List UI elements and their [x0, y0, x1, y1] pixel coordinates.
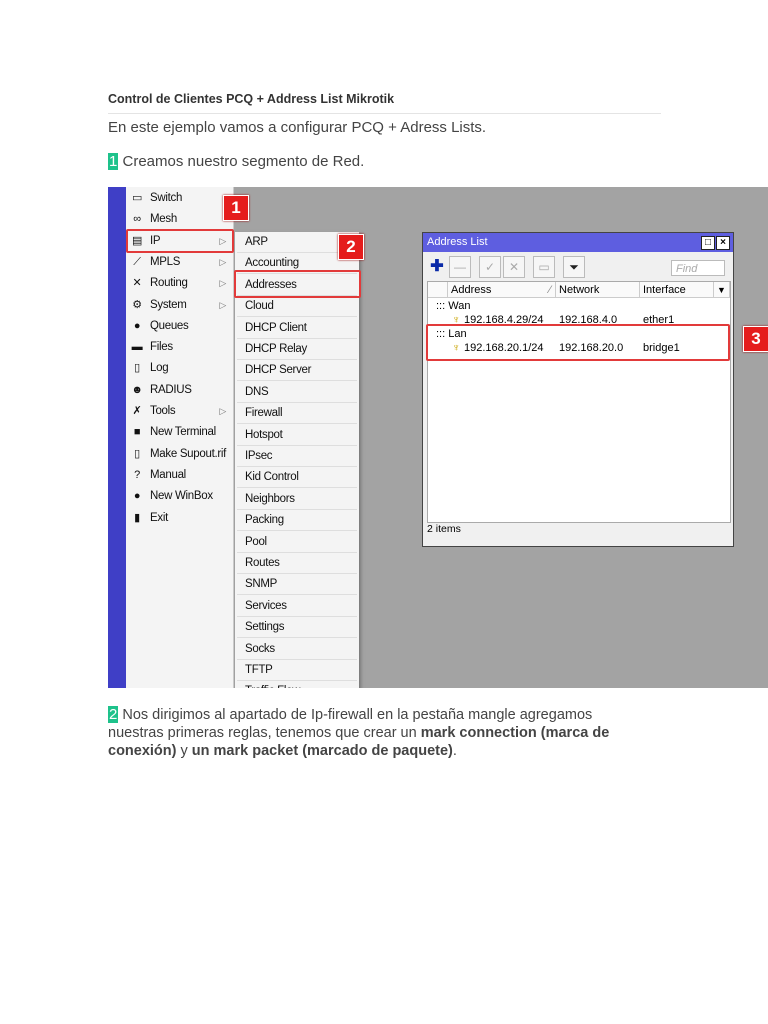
- highlight-addresses: [234, 270, 361, 298]
- menu-item-radius[interactable]: ☻ RADIUS: [126, 380, 232, 401]
- article-title: Control de Clientes PCQ + Address List M…: [108, 92, 395, 106]
- routing-icon: ✕: [132, 277, 142, 290]
- submenu-arrow-icon: ▷: [219, 278, 226, 289]
- item-count: 2 items: [427, 523, 461, 535]
- step-badge: 2: [108, 706, 119, 723]
- close-icon[interactable]: ×: [716, 236, 730, 250]
- menu-item-switch[interactable]: ▭ Switch: [126, 188, 232, 209]
- submenu-item-traffic-flow[interactable]: Traffic Flow: [237, 681, 357, 688]
- ip-submenu: ARP Accounting Addresses Cloud DHCP Client DH…: [235, 232, 359, 688]
- submenu-item-dhcp-relay[interactable]: DHCP Relay: [237, 339, 357, 360]
- remove-icon[interactable]: —: [449, 256, 471, 278]
- submenu-item-neighbors[interactable]: Neighbors: [237, 489, 357, 510]
- submenu-item-pool[interactable]: Pool: [237, 532, 357, 553]
- submenu-item-dns[interactable]: DNS: [237, 382, 357, 403]
- mesh-icon: ∞: [133, 213, 141, 226]
- winbox-sidebar-strip: [108, 187, 126, 688]
- menu-item-log[interactable]: ▯ Log: [126, 358, 232, 379]
- window-title: Address List: [427, 236, 488, 248]
- main-menu: ▭ Switch ∞ Mesh ▤ IP ▷ ⟋ MPLS ▷ ✕ Routing ▷ ⚙ System ▷ ●…: [126, 187, 234, 688]
- highlight-ip: [126, 229, 234, 253]
- submenu-item-snmp[interactable]: SNMP: [237, 574, 357, 596]
- radius-icon: ☻: [131, 383, 143, 396]
- submenu-item-ipsec[interactable]: IPsec: [237, 446, 357, 467]
- highlight-lan: [426, 324, 730, 361]
- submenu-item-cloud[interactable]: Cloud: [237, 296, 357, 318]
- terminal-icon: ■: [133, 426, 141, 439]
- window-titlebar[interactable]: Address List □ ×: [423, 233, 733, 252]
- submenu-item-kid-control[interactable]: Kid Control: [237, 467, 357, 489]
- maximize-icon[interactable]: □: [701, 236, 715, 250]
- step-badge: 1: [108, 153, 119, 170]
- tools-icon: ✗: [132, 405, 142, 417]
- address-table: Address ⁄ Network Interface ▼ ::: Wan ♆ 192…: [427, 281, 731, 523]
- find-input[interactable]: Find: [671, 260, 725, 276]
- step-1: 1 Creamos nuestro segmento de Red.: [108, 153, 364, 170]
- menu-item-manual[interactable]: ? Manual: [126, 465, 232, 486]
- add-icon[interactable]: ✚: [426, 256, 448, 278]
- submenu-item-tftp[interactable]: TFTP: [237, 660, 357, 681]
- menu-item-queues[interactable]: ● Queues: [126, 316, 232, 337]
- submenu-item-services[interactable]: Services: [237, 596, 357, 617]
- menu-item-new-terminal[interactable]: ■ New Terminal: [126, 422, 232, 443]
- folder-icon: ▬: [131, 341, 143, 354]
- step-2: 2 Nos dirigimos al apartado de Ip-firewa…: [108, 706, 610, 759]
- comment-icon[interactable]: ▭: [533, 256, 555, 278]
- menu-item-mesh[interactable]: ∞ Mesh: [126, 209, 232, 230]
- submenu-item-hotspot[interactable]: Hotspot: [237, 425, 357, 446]
- menu-item-files[interactable]: ▬ Files: [126, 337, 232, 358]
- file-icon: ▯: [134, 447, 140, 460]
- callout-3: 3: [743, 326, 768, 352]
- callout-1: 1: [223, 195, 249, 221]
- submenu-arrow-icon: ▷: [219, 299, 226, 310]
- gear-icon: ⚙: [132, 298, 142, 311]
- menu-item-tools[interactable]: ✗ Tools ▷: [126, 401, 232, 422]
- submenu-arrow-icon: ▷: [219, 256, 226, 267]
- log-icon: ▯: [134, 362, 140, 375]
- submenu-item-socks[interactable]: Socks: [237, 639, 357, 660]
- winbox-screenshot: ▭ Switch ∞ Mesh ▤ IP ▷ ⟋ MPLS ▷ ✕ Routing ▷ ⚙ System ▷ ●…: [108, 187, 768, 688]
- menu-item-new-winbox[interactable]: ● New WinBox: [126, 486, 232, 507]
- intro-text: En este ejemplo vamos a configurar PCQ +…: [108, 119, 487, 136]
- filter-icon[interactable]: ⏷: [563, 256, 585, 278]
- step-text: Creamos nuestro segmento de Red.: [118, 153, 365, 170]
- submenu-item-firewall[interactable]: Firewall: [237, 403, 357, 425]
- group-row[interactable]: ::: Wan: [428, 299, 728, 314]
- winbox-icon: ●: [133, 490, 141, 503]
- submenu-item-settings[interactable]: Settings: [237, 617, 357, 639]
- enable-icon[interactable]: ✓: [479, 256, 501, 278]
- submenu-item-dhcp-client[interactable]: DHCP Client: [237, 318, 357, 339]
- column-menu-icon[interactable]: ▼: [714, 282, 730, 298]
- menu-item-make-supout-rif[interactable]: ▯ Make Supout.rif: [126, 444, 232, 465]
- col-address[interactable]: Address ⁄: [448, 282, 556, 298]
- switch-icon: ▭: [131, 192, 143, 204]
- menu-item-system[interactable]: ⚙ System ▷: [126, 295, 232, 316]
- help-icon: ?: [134, 468, 140, 481]
- address-list-window: Address List □ × ✚ — ✓ ✕ ▭ ⏷ Find Addres…: [422, 232, 734, 547]
- mpls-icon: ⟋: [133, 255, 141, 268]
- disable-icon[interactable]: ✕: [503, 256, 525, 278]
- col-interface[interactable]: Interface: [640, 282, 714, 298]
- submenu-item-routes[interactable]: Routes: [237, 553, 357, 574]
- callout-2: 2: [338, 234, 364, 260]
- menu-item-exit[interactable]: ▮ Exit: [126, 508, 232, 529]
- divider: [108, 113, 661, 114]
- exit-icon: ▮: [134, 511, 140, 524]
- submenu-arrow-icon: ▷: [219, 406, 226, 416]
- submenu-item-packing[interactable]: Packing: [237, 510, 357, 532]
- col-network[interactable]: Network: [556, 282, 640, 298]
- menu-item-mpls[interactable]: ⟋ MPLS ▷: [126, 252, 232, 273]
- queues-icon: ●: [133, 319, 141, 332]
- submenu-item-dhcp-server[interactable]: DHCP Server: [237, 360, 357, 382]
- menu-item-routing[interactable]: ✕ Routing ▷: [126, 273, 232, 294]
